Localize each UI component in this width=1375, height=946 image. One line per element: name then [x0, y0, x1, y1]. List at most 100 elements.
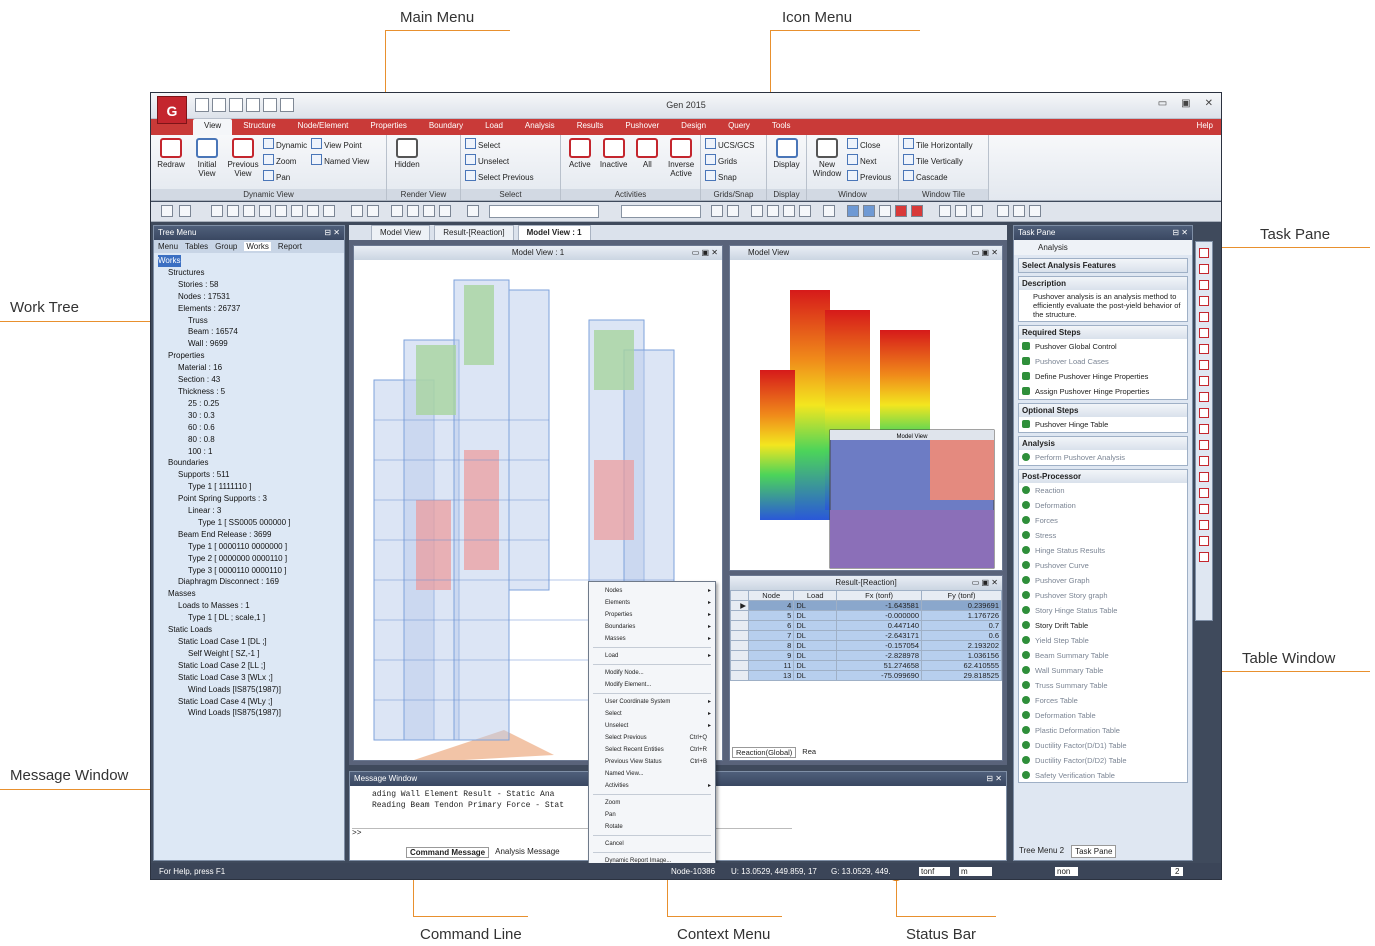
task-step-post[interactable]: Story Hinge Status Table	[1019, 603, 1187, 618]
reaction-table[interactable]: Node Load Fx (tonf) Fy (tonf) ▶ 4 DL -1.643…	[730, 590, 1002, 681]
tree-item[interactable]: 25 : 0.25	[158, 398, 340, 410]
sidebar-icon[interactable]	[1199, 296, 1209, 306]
context-menu-item[interactable]: Select Recent Entities Ctrl+R	[589, 744, 715, 756]
toolbar-icon[interactable]	[879, 205, 891, 217]
tree-item[interactable]: Thickness : 5	[158, 386, 340, 398]
toolbar-icon[interactable]	[467, 205, 479, 217]
sidebar-icon[interactable]	[1199, 280, 1209, 290]
tree-tab-works[interactable]: Works	[244, 242, 271, 251]
sidebar-icon[interactable]	[1199, 248, 1209, 258]
hidden-button[interactable]: Hidden	[391, 138, 423, 188]
redo-icon[interactable]	[179, 205, 191, 217]
tree-item[interactable]: Type 1 [ DL ; scale,1 ]	[158, 612, 340, 624]
sidebar-icon[interactable]	[1199, 264, 1209, 274]
toolbar-icon[interactable]	[275, 205, 287, 217]
table-cell[interactable]: 5	[747, 610, 795, 621]
tree-item[interactable]: Masses	[158, 588, 340, 600]
sheet-tab-reaction-global[interactable]: Reaction(Global)	[732, 747, 797, 758]
table-cell[interactable]: 62.410555	[921, 660, 1002, 671]
doc-tab-result-reaction[interactable]: Result-[Reaction]	[434, 225, 514, 240]
context-menu-item[interactable]: Activities	[589, 780, 715, 792]
initial-view-button[interactable]: Initial View	[191, 138, 223, 188]
toolbar-icon[interactable]	[351, 205, 363, 217]
unselect-button[interactable]: Unselect	[465, 154, 534, 168]
active-button[interactable]: Active	[565, 138, 595, 188]
tree-item[interactable]: Nodes : 17531	[158, 291, 340, 303]
table-cell[interactable]: -75.099690	[836, 670, 923, 681]
table-cell[interactable]: 1.176726	[921, 610, 1002, 621]
named-view-button[interactable]: Named View	[311, 154, 369, 168]
toolbar-icon[interactable]	[323, 205, 335, 217]
tab-results[interactable]: Results	[566, 119, 615, 135]
task-mode[interactable]: Analysis	[1014, 240, 1192, 255]
context-menu-item[interactable]: Pan	[589, 809, 715, 821]
pan-button[interactable]: Pan	[263, 170, 307, 184]
tab-node-element[interactable]: Node/Element	[287, 119, 360, 135]
close-window-button[interactable]: Close	[847, 138, 891, 152]
toolbar-icon[interactable]	[391, 205, 403, 217]
table-row[interactable]: 7 DL -2.643171 0.6	[730, 630, 1002, 641]
toolbar-icon[interactable]	[1013, 205, 1025, 217]
table-cell[interactable]: DL	[793, 620, 838, 631]
dynamic-button[interactable]: Dynamic	[263, 138, 307, 152]
toolbar-icon[interactable]	[939, 205, 951, 217]
sidebar-icon[interactable]	[1199, 376, 1209, 386]
redraw-button[interactable]: Redraw	[155, 138, 187, 188]
toolbar-icon[interactable]	[307, 205, 319, 217]
tab-query[interactable]: Query	[717, 119, 761, 135]
mode-select[interactable]: non	[1055, 867, 1079, 876]
table-cell[interactable]: DL	[793, 610, 838, 621]
tree-item[interactable]: Wind Loads [IS875(1987)]	[158, 707, 340, 719]
task-step-analysis[interactable]: Perform Pushover Analysis	[1019, 450, 1187, 465]
select-previous-button[interactable]: Select Previous	[465, 170, 534, 184]
context-menu-item[interactable]: Load	[589, 650, 715, 662]
toolbar-icon[interactable]	[243, 205, 255, 217]
task-step-optional[interactable]: Pushover Hinge Table	[1019, 417, 1187, 432]
toolbar-icon[interactable]	[847, 205, 859, 217]
tree-item[interactable]: Type 1 [ SS0005 000000 ]	[158, 517, 340, 529]
task-step-post[interactable]: Story Drift Table	[1019, 618, 1187, 633]
tab-boundary[interactable]: Boundary	[418, 119, 474, 135]
sidebar-icon[interactable]	[1199, 312, 1209, 322]
table-cell[interactable]: 51.274658	[836, 660, 923, 671]
tree-item[interactable]: Truss	[158, 315, 340, 327]
table-row[interactable]: ▶ 4 DL -1.643581 0.239691	[730, 600, 1002, 611]
sidebar-icon[interactable]	[1199, 552, 1209, 562]
task-step-post[interactable]: Wall Summary Table	[1019, 663, 1187, 678]
row-header[interactable]	[730, 640, 749, 651]
toolbar-icon[interactable]	[971, 205, 983, 217]
tree-item[interactable]: Loads to Masses : 1	[158, 600, 340, 612]
toolbar-icon[interactable]	[367, 205, 379, 217]
toolbar-icon[interactable]	[211, 205, 223, 217]
doc-tab-model-view-1[interactable]: Model View : 1	[517, 225, 591, 240]
sidebar-icon[interactable]	[1199, 472, 1209, 482]
next-window-button[interactable]: Next	[847, 154, 891, 168]
table-cell[interactable]: -0.000000	[836, 610, 923, 621]
tree-item[interactable]: Point Spring Supports : 3	[158, 493, 340, 505]
context-menu-item[interactable]: Named View...	[589, 768, 715, 780]
sidebar-icon[interactable]	[1199, 536, 1209, 546]
table-cell[interactable]: 0.6	[921, 630, 1002, 641]
table-cell[interactable]: DL	[793, 670, 838, 681]
toolbar-input[interactable]	[621, 205, 701, 218]
table-row[interactable]: 6 DL 0.447140 0.7	[730, 620, 1002, 631]
task-step-post[interactable]: Hinge Status Results	[1019, 543, 1187, 558]
task-step-required[interactable]: Pushover Load Cases	[1019, 354, 1187, 369]
toolbar-icon[interactable]	[863, 205, 875, 217]
sidebar-icon[interactable]	[1199, 408, 1209, 418]
tree-item[interactable]: Properties	[158, 350, 340, 362]
table-row[interactable]: 13 DL -75.099690 29.818525	[730, 670, 1002, 681]
tree-item[interactable]: 80 : 0.8	[158, 434, 340, 446]
tile-vertically-button[interactable]: Tile Vertically	[903, 154, 973, 168]
tree-item[interactable]: 30 : 0.3	[158, 410, 340, 422]
table-cell[interactable]: -2.828978	[836, 650, 923, 661]
toolbar-icon[interactable]	[439, 205, 451, 217]
context-menu-item[interactable]: Modify Node...	[589, 667, 715, 679]
table-cell[interactable]: DL	[793, 630, 838, 641]
table-cell[interactable]: 8	[747, 640, 795, 651]
context-menu-item[interactable]: Cancel	[589, 838, 715, 850]
doc-tab-model-view[interactable]: Model View	[371, 225, 431, 240]
row-header[interactable]: ▶	[730, 600, 749, 611]
task-step-post[interactable]: Ductility Factor(D/D1) Table	[1019, 738, 1187, 753]
table-cell[interactable]: DL	[793, 640, 838, 651]
